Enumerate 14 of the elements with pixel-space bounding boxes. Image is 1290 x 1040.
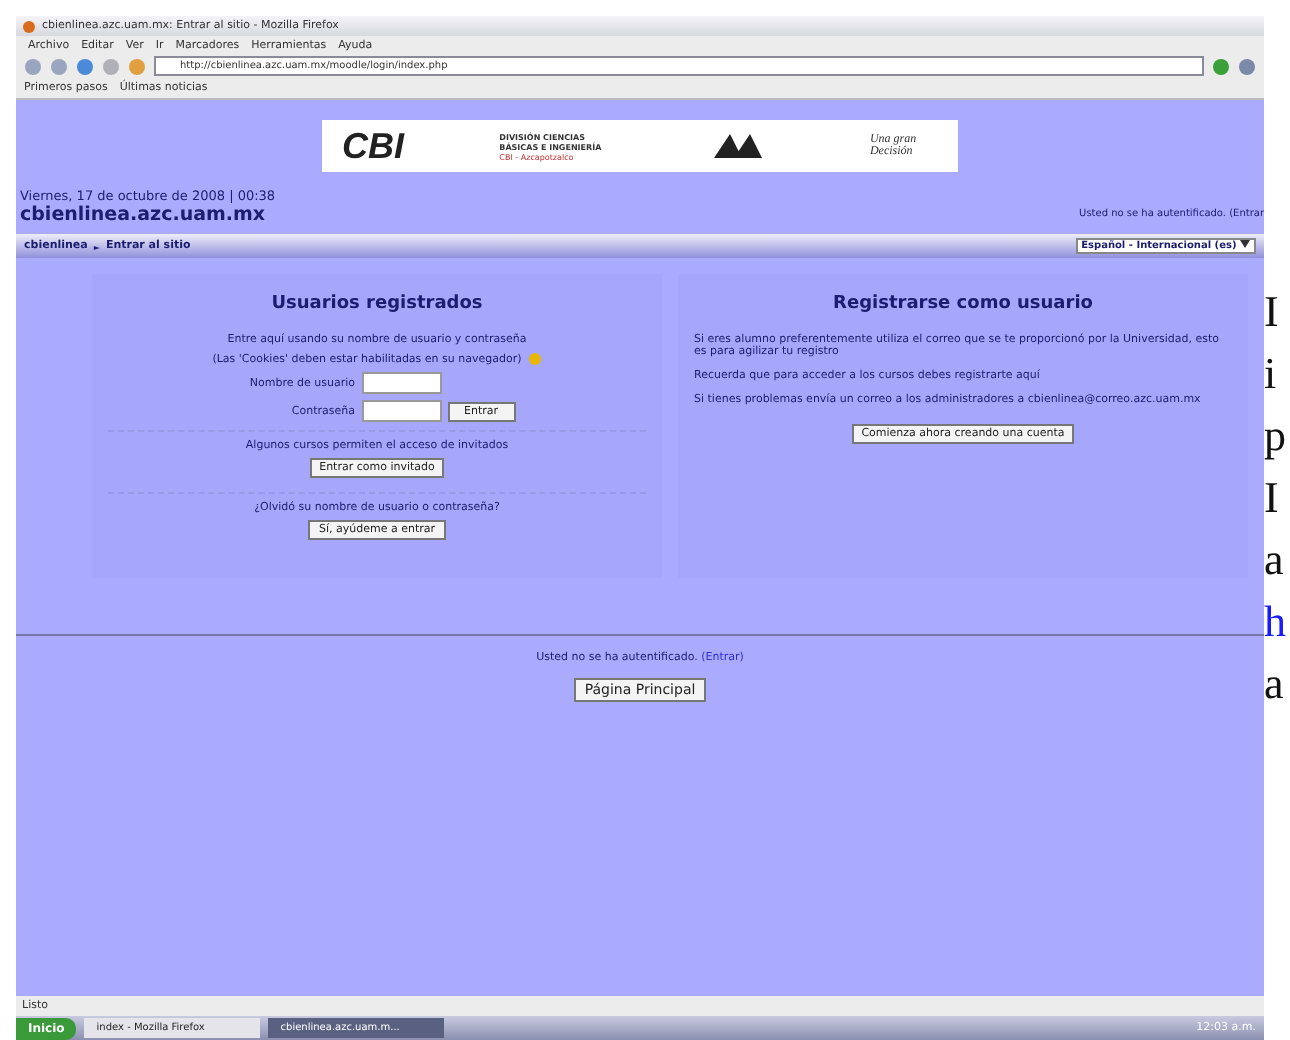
text-fragment: I bbox=[1264, 472, 1281, 524]
text-fragment: I bbox=[1264, 286, 1281, 338]
link-fragment[interactable]: h bbox=[1264, 596, 1290, 648]
username-field[interactable] bbox=[361, 372, 441, 394]
logo-text: CBI bbox=[342, 125, 404, 167]
text-fragment: a bbox=[1264, 658, 1286, 710]
site-name: cbienlinea.azc.uam.mx bbox=[20, 204, 268, 226]
text-fragment: p bbox=[1264, 410, 1288, 462]
panel-title: Usuarios registrados bbox=[271, 294, 483, 314]
caret-icon bbox=[1240, 240, 1250, 248]
panel-title: Registrarse como usuario bbox=[833, 294, 1093, 314]
text-fragment: i bbox=[1264, 348, 1279, 400]
text-fragment: a bbox=[1264, 534, 1286, 586]
password-field[interactable] bbox=[361, 400, 441, 422]
